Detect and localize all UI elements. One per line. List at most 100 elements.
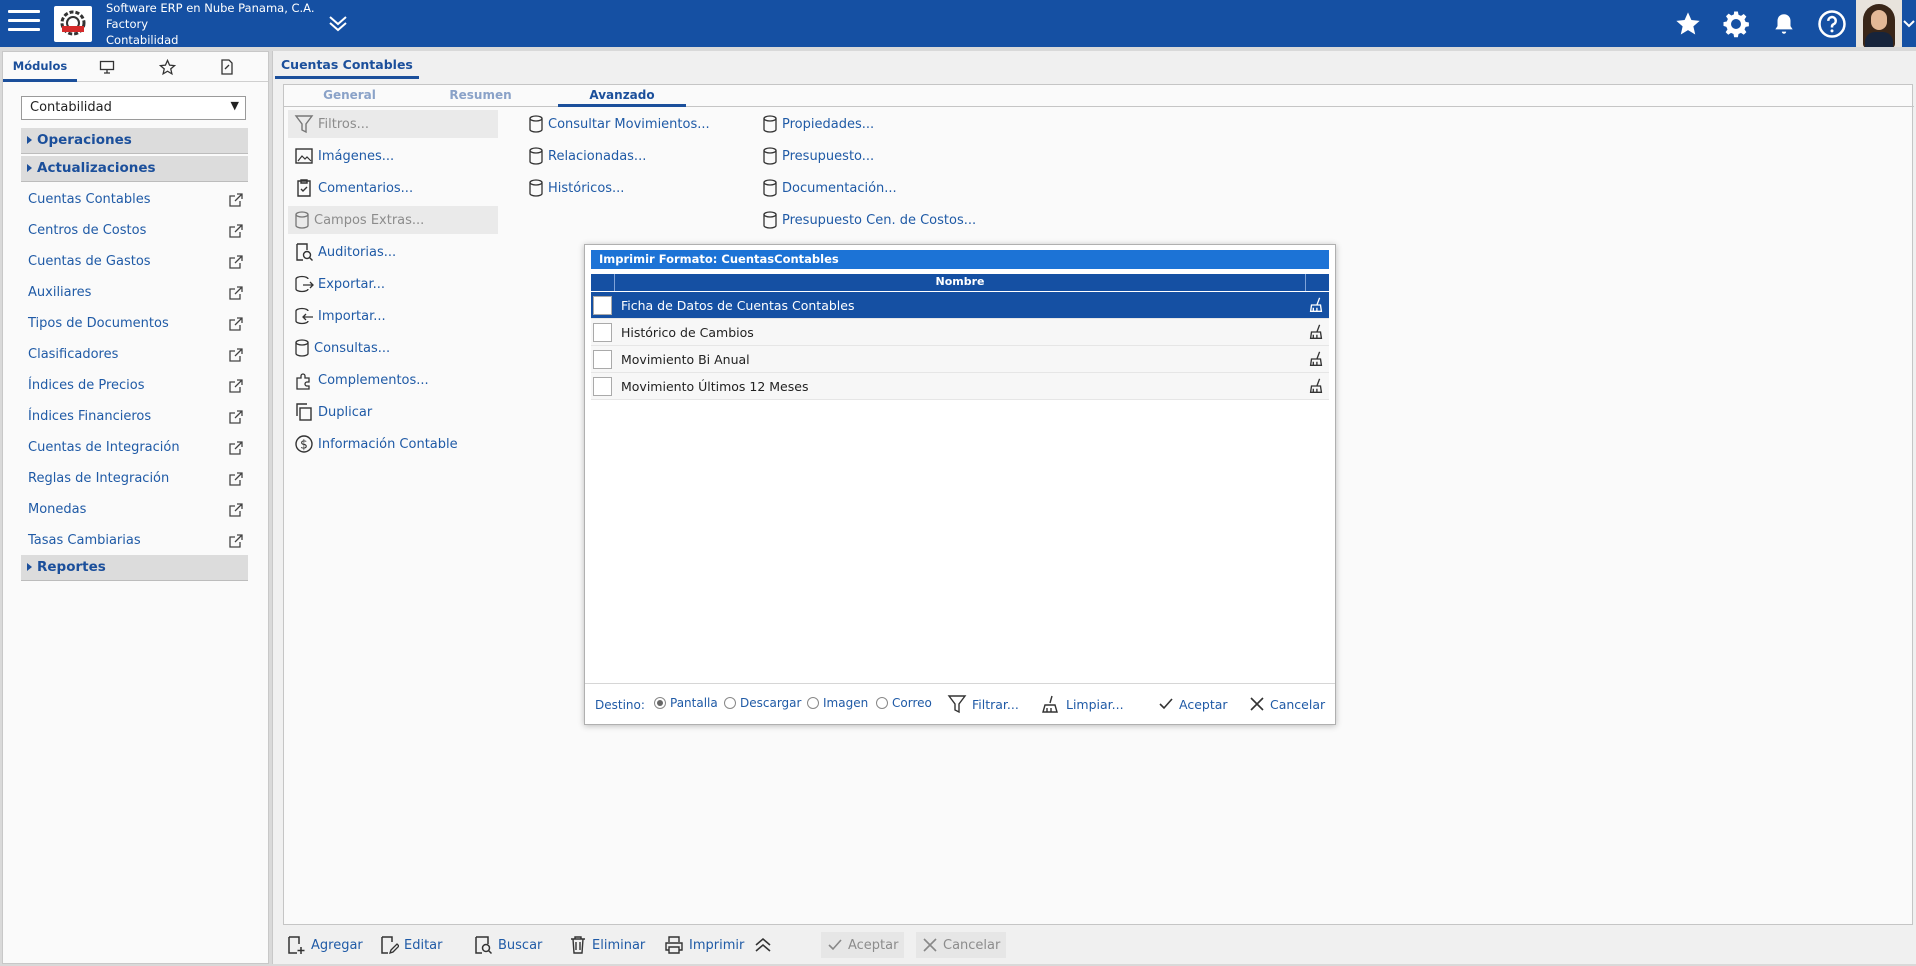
sidebar-menu-item[interactable]: Monedas [28, 502, 243, 524]
radio-imagen[interactable]: Imagen [807, 696, 868, 710]
format-row[interactable]: Movimiento Últimos 12 Meses [591, 373, 1329, 400]
radio-descargar-label: Descargar [740, 696, 802, 710]
tab-notes[interactable] [197, 52, 257, 82]
action-item[interactable]: Importar... [288, 302, 498, 330]
print-button[interactable]: Imprimir [662, 932, 777, 958]
format-row[interactable]: Movimiento Bi Anual [591, 346, 1329, 373]
chevron-down-icon[interactable] [1902, 0, 1916, 47]
external-link-icon[interactable] [229, 255, 243, 269]
sidebar-menu-item[interactable]: Tasas Cambiarias [28, 533, 243, 555]
module-select[interactable]: Contabilidad ▼ [21, 96, 246, 120]
action-item[interactable]: Consultas... [288, 334, 498, 362]
funnel-icon [947, 695, 967, 714]
filter-button[interactable]: Filtrar... [947, 692, 1019, 716]
sidebar-menu-item[interactable]: Cuentas de Integración [28, 440, 243, 462]
sidebar-menu-item[interactable]: Centros de Costos [28, 223, 243, 245]
subtab-general[interactable]: General [284, 85, 415, 107]
sidebar-menu-item[interactable]: Auxiliares [28, 285, 243, 307]
action-item[interactable]: Presupuesto... [756, 142, 996, 170]
gear-icon[interactable] [1712, 0, 1760, 47]
row-checkbox[interactable] [593, 377, 612, 396]
bell-icon[interactable] [1760, 0, 1808, 47]
action-item[interactable]: $ Información Contable [288, 430, 498, 458]
external-link-icon[interactable] [229, 534, 243, 548]
sidebar-menu-item[interactable]: Cuentas Contables [28, 192, 243, 214]
hamburger-menu-icon[interactable] [8, 10, 40, 36]
delete-button-label: Eliminar [592, 937, 646, 953]
external-link-icon[interactable] [229, 317, 243, 331]
row-checkbox[interactable] [593, 350, 612, 369]
tab-desktop[interactable] [77, 52, 137, 82]
format-row[interactable]: Histórico de Cambios [591, 319, 1329, 346]
sidebar-menu-item[interactable]: Índices de Precios [28, 378, 243, 400]
external-link-icon[interactable] [229, 224, 243, 238]
accept-button[interactable]: Aceptar [821, 932, 905, 958]
row-checkbox[interactable] [593, 296, 612, 315]
action-item-label: Consultar Movimientos... [548, 116, 710, 132]
subtab-avanzado[interactable]: Avanzado [558, 85, 686, 107]
action-item-label: Importar... [318, 308, 386, 324]
action-item[interactable]: Imágenes... [288, 142, 498, 170]
search-button[interactable]: Buscar [471, 932, 542, 958]
format-row[interactable]: Ficha de Datos de Cuentas Contables [591, 292, 1329, 319]
radio-correo[interactable]: Correo [876, 696, 932, 710]
user-avatar[interactable] [1856, 0, 1902, 47]
section-actualizaciones[interactable]: Actualizaciones [21, 156, 248, 182]
tab-cuentas-contables[interactable]: Cuentas Contables [275, 51, 419, 79]
action-item[interactable]: Relacionadas... [522, 142, 732, 170]
external-link-icon[interactable] [229, 410, 243, 424]
action-item[interactable]: Complementos... [288, 366, 498, 394]
action-item[interactable]: Documentación... [756, 174, 996, 202]
action-item[interactable]: Consultar Movimientos... [522, 110, 732, 138]
external-link-icon[interactable] [229, 503, 243, 517]
tab-favorites[interactable] [137, 52, 197, 82]
action-item[interactable]: Históricos... [522, 174, 732, 202]
help-icon[interactable] [1808, 0, 1856, 47]
brush-icon[interactable] [1307, 323, 1325, 341]
action-item[interactable]: Comentarios... [288, 174, 498, 202]
action-item[interactable]: Propiedades... [756, 110, 996, 138]
external-link-icon[interactable] [229, 472, 243, 486]
sidebar-menu-item[interactable]: Reglas de Integración [28, 471, 243, 493]
column-header-nombre[interactable]: Nombre [615, 275, 1305, 288]
external-link-icon[interactable] [229, 193, 243, 207]
chevron-double-up-icon[interactable] [754, 936, 772, 954]
sidebar-menu-item[interactable]: Tipos de Documentos [28, 316, 243, 338]
radio-descargar[interactable]: Descargar [724, 696, 801, 710]
external-link-icon[interactable] [229, 286, 243, 300]
external-link-icon[interactable] [229, 441, 243, 455]
section-reportes[interactable]: Reportes [21, 555, 248, 581]
brush-icon[interactable] [1307, 296, 1325, 314]
action-item-label: Imágenes... [318, 148, 395, 164]
chevron-double-down-icon[interactable] [326, 12, 350, 36]
action-item[interactable]: Exportar... [288, 270, 498, 298]
expand-arrow-icon [27, 563, 32, 571]
radio-pantalla[interactable]: Pantalla [654, 696, 718, 710]
external-link-icon[interactable] [229, 379, 243, 393]
section-operaciones[interactable]: Operaciones [21, 128, 248, 154]
section-label: Operaciones [37, 132, 132, 148]
sidebar-menu-item[interactable]: Índices Financieros [28, 409, 243, 431]
external-link-icon[interactable] [229, 348, 243, 362]
action-item[interactable]: Auditorias... [288, 238, 498, 266]
brush-icon[interactable] [1307, 350, 1325, 368]
clear-button[interactable]: Limpiar... [1041, 692, 1124, 716]
edit-button[interactable]: Editar [377, 932, 443, 958]
delete-button[interactable]: Eliminar [567, 932, 645, 958]
row-checkbox[interactable] [593, 323, 612, 342]
sidebar-menu-item-label: Índices de Precios [28, 378, 145, 393]
action-item[interactable]: Duplicar [288, 398, 498, 426]
action-item[interactable]: Campos Extras... [288, 206, 498, 234]
action-item[interactable]: Filtros... [288, 110, 498, 138]
dialog-cancel-button[interactable]: Cancelar [1249, 692, 1325, 716]
add-button[interactable]: Agregar [284, 932, 363, 958]
cancel-button[interactable]: Cancelar [916, 932, 1007, 958]
subtab-resumen[interactable]: Resumen [415, 85, 546, 107]
action-item[interactable]: Presupuesto Cen. de Costos... [756, 206, 996, 234]
tab-modules[interactable]: Módulos [3, 52, 77, 82]
sidebar-menu-item[interactable]: Clasificadores [28, 347, 243, 369]
brush-icon[interactable] [1307, 377, 1325, 395]
sidebar-menu-item[interactable]: Cuentas de Gastos [28, 254, 243, 276]
dialog-accept-button[interactable]: Aceptar [1158, 692, 1228, 716]
favorites-star-icon[interactable] [1664, 0, 1712, 47]
